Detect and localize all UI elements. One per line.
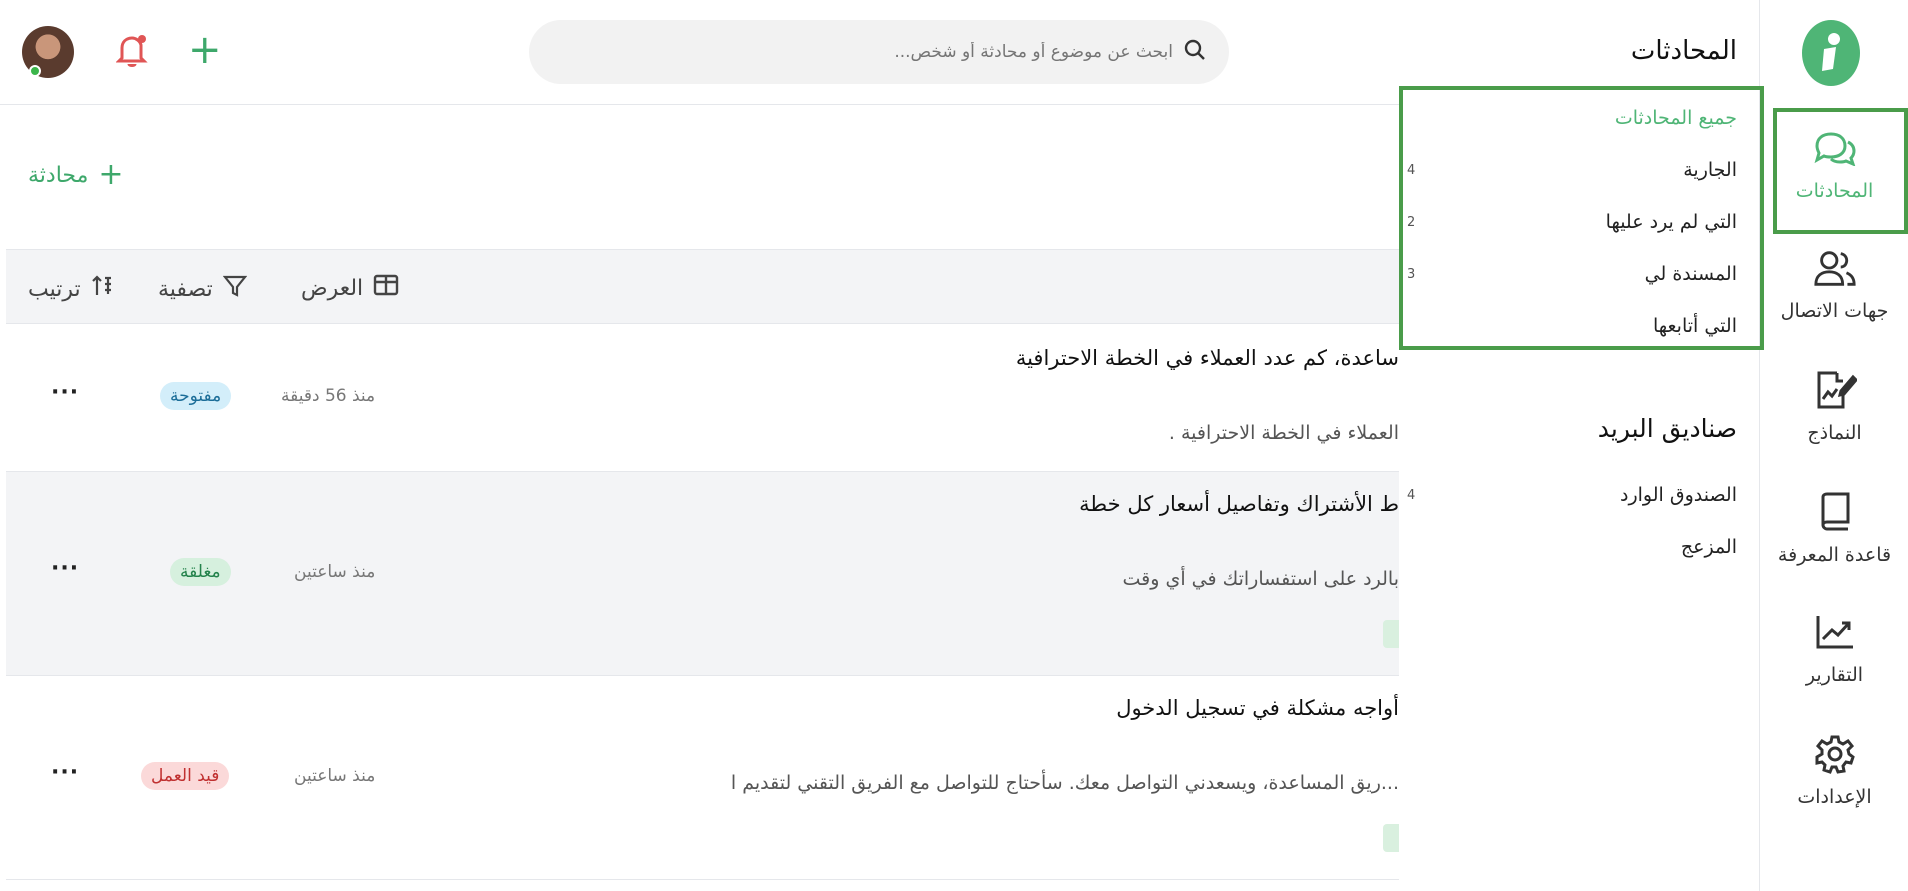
mailboxes-title: صناديق البريد (1597, 414, 1737, 443)
gear-icon (1813, 732, 1857, 776)
list-toolbar: العرض تصفية ترتيب (6, 249, 1399, 324)
filter-count: 4 (1407, 162, 1416, 178)
conversation-preview: . العملاء في الخطة الاحترافية (1168, 422, 1399, 444)
funnel-icon (222, 274, 248, 304)
tag-chip (1383, 824, 1399, 852)
filter-label: الجارية (1683, 159, 1737, 181)
filter-label: تصفية (158, 276, 213, 302)
search-input[interactable] (573, 42, 1173, 62)
filter-label: التي أتابعها (1652, 315, 1737, 337)
nav-label: قاعدة المعرفة (1777, 543, 1892, 566)
conversation-preview: بالرد على استفساراتك في أي وقت (1122, 568, 1400, 590)
top-bar: + (0, 0, 1399, 105)
nav-label: جهات الاتصال (1780, 299, 1889, 322)
conversation-title: ط الأشتراك وتفاصيل أسعار كل خطة (1079, 492, 1399, 516)
status-badge: قيد العمل (141, 762, 230, 790)
panel-title: المحادثات (1630, 36, 1737, 66)
conversation-time: منذ ساعتين (294, 562, 376, 582)
new-conversation-button[interactable]: محادثة + (28, 160, 124, 190)
nav-reports[interactable]: التقارير (1760, 592, 1908, 702)
conversation-row[interactable]: ساعدة، كم عدد العملاء في الخطة الاحترافي… (6, 324, 1399, 472)
nav-forms[interactable]: النماذج (1760, 350, 1908, 460)
mailbox-count: 4 (1407, 487, 1416, 503)
mailbox-inbox[interactable]: الصندوق الوارد 4 (1407, 480, 1737, 510)
columns-icon (373, 274, 399, 302)
nav-label: الإعدادات (1797, 785, 1872, 808)
sort-label: ترتيب (28, 276, 81, 302)
filter-following[interactable]: التي أتابعها (1407, 311, 1737, 341)
view-button[interactable]: العرض (301, 274, 399, 302)
tag-chip (1383, 620, 1399, 648)
conversation-time: منذ ساعتين (294, 766, 376, 786)
chart-trend-icon (1813, 610, 1857, 654)
add-icon[interactable]: + (188, 30, 222, 70)
status-badge: مغلقة (170, 558, 231, 586)
filter-ongoing[interactable]: الجارية 4 (1407, 155, 1737, 185)
mailbox-label: المزعج (1680, 536, 1737, 558)
online-status-dot (29, 65, 41, 77)
more-options-icon[interactable]: ··· (51, 760, 79, 785)
conversation-row[interactable]: أواجه مشكلة في تسجيل الدخول ريق المساعدة… (6, 676, 1399, 880)
new-conversation-label: محادثة (28, 162, 89, 188)
filter-button[interactable]: تصفية (158, 274, 248, 304)
info-logo-icon (1822, 33, 1840, 71)
contacts-icon (1813, 246, 1857, 290)
conversation-time: منذ 56 دقيقة (281, 386, 376, 406)
nav-label: النماذج (1807, 421, 1862, 444)
conversation-title: أواجه مشكلة في تسجيل الدخول (1116, 696, 1399, 720)
nav-knowledge-base[interactable]: قاعدة المعرفة (1760, 472, 1908, 582)
app-logo[interactable] (1802, 20, 1860, 86)
view-label: العرض (301, 275, 364, 301)
filter-count: 2 (1407, 214, 1416, 230)
sort-button[interactable]: ترتيب (28, 274, 115, 304)
conversation-preview: ريق المساعدة، ويسعدني التواصل معك. سأحتا… (730, 772, 1399, 794)
nav-settings[interactable]: الإعدادات (1760, 714, 1908, 824)
mailbox-spam[interactable]: المزعج (1407, 532, 1737, 562)
filter-assigned-to-me[interactable]: المسندة لي 3 (1407, 259, 1737, 289)
more-options-icon[interactable]: ··· (51, 380, 79, 405)
conversation-row[interactable]: ط الأشتراك وتفاصيل أسعار كل خطة بالرد عل… (6, 472, 1399, 676)
filter-unanswered[interactable]: التي لم يرد عليها 2 (1407, 207, 1737, 237)
conversation-title: ساعدة، كم عدد العملاء في الخطة الاحترافي… (1015, 346, 1399, 370)
nav-label: التقارير (1805, 663, 1864, 686)
bell-icon[interactable] (115, 32, 150, 72)
plus-icon: + (98, 157, 124, 192)
conversations-panel: المحادثات جميع المحادثات الجارية 4 التي … (1399, 0, 1764, 891)
nav-contacts[interactable]: جهات الاتصال (1760, 228, 1908, 338)
filter-label: التي لم يرد عليها (1605, 211, 1737, 233)
chat-bubbles-icon (1813, 126, 1857, 170)
form-edit-icon (1813, 368, 1857, 412)
filter-count: 3 (1407, 266, 1416, 282)
search-icon (1183, 38, 1207, 66)
main-nav-rail: المحادثات جهات الاتصال النماذج قاعدة الم… (1759, 0, 1908, 891)
book-icon (1813, 490, 1857, 534)
filter-label: جميع المحادثات (1614, 107, 1737, 129)
mailbox-label: الصندوق الوارد (1619, 484, 1737, 506)
nav-label: المحادثات (1795, 179, 1874, 202)
more-options-icon[interactable]: ··· (51, 556, 79, 581)
filter-label: المسندة لي (1644, 263, 1737, 285)
search-bar[interactable] (529, 20, 1229, 84)
app-root: المحادثات جهات الاتصال النماذج قاعدة الم… (0, 0, 1908, 891)
filter-all-conversations[interactable]: جميع المحادثات (1407, 103, 1737, 133)
status-badge: مفتوحة (160, 382, 232, 410)
nav-conversations[interactable]: المحادثات (1760, 108, 1908, 234)
sort-icon (91, 274, 115, 304)
